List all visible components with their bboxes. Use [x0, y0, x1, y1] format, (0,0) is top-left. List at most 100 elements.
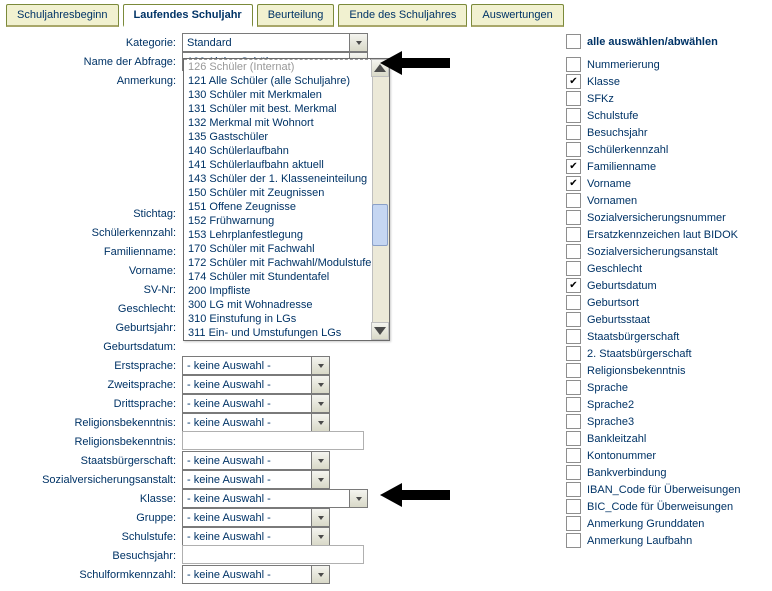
besuch-input[interactable]: [182, 545, 364, 564]
dropdown-item[interactable]: 174 Schüler mit Stundentafel: [184, 270, 373, 284]
chevron-down-icon[interactable]: [311, 357, 329, 374]
zweit-combo[interactable]: - keine Auswahl -: [182, 375, 330, 394]
chevron-down-icon[interactable]: [311, 528, 329, 545]
chevron-down-icon[interactable]: [349, 490, 367, 507]
chevron-down-icon[interactable]: [311, 376, 329, 393]
checkbox-icon[interactable]: ✔: [566, 176, 581, 191]
check-row[interactable]: Besuchsjahr: [566, 124, 766, 141]
checkbox-icon[interactable]: [566, 363, 581, 378]
checkbox-icon[interactable]: [566, 516, 581, 531]
dropdown-item[interactable]: 310 Einstufung in LGs: [184, 312, 373, 326]
kategorie-combo[interactable]: Standard: [182, 33, 368, 52]
scroll-down-button[interactable]: [371, 322, 389, 340]
check-row[interactable]: 2. Staatsbürgerschaft: [566, 345, 766, 362]
check-row[interactable]: Staatsbürgerschaft: [566, 328, 766, 345]
checkbox-icon[interactable]: [566, 465, 581, 480]
checkbox-icon[interactable]: [566, 57, 581, 72]
dropdown-item[interactable]: 126 Schüler (Internat): [184, 59, 373, 74]
checkbox-icon[interactable]: [566, 142, 581, 157]
checkbox-icon[interactable]: [566, 91, 581, 106]
check-row[interactable]: Geburtsort: [566, 294, 766, 311]
checkbox-icon[interactable]: [566, 227, 581, 242]
dropdown-item[interactable]: 132 Merkmal mit Wohnort: [184, 116, 373, 130]
chevron-down-icon[interactable]: [311, 395, 329, 412]
gruppe-combo[interactable]: - keine Auswahl -: [182, 508, 330, 527]
check-row[interactable]: Geschlecht: [566, 260, 766, 277]
check-row[interactable]: ✔Geburtsdatum: [566, 277, 766, 294]
check-row[interactable]: Bankverbindung: [566, 464, 766, 481]
dropdown-item[interactable]: 152 Frühwarnung: [184, 214, 373, 228]
check-row[interactable]: Ersatzkennzeichen laut BIDOK: [566, 226, 766, 243]
checkbox-icon[interactable]: [566, 193, 581, 208]
klasse-combo[interactable]: - keine Auswahl -: [182, 489, 368, 508]
chevron-down-icon[interactable]: [311, 414, 329, 431]
check-row[interactable]: Bankleitzahl: [566, 430, 766, 447]
dritt-combo[interactable]: - keine Auswahl -: [182, 394, 330, 413]
checkbox-icon[interactable]: ✔: [566, 159, 581, 174]
tab-t3[interactable]: Ende des Schuljahres: [338, 4, 467, 27]
dropdown-item[interactable]: 172 Schüler mit Fachwahl/Modulstufe: [184, 256, 373, 270]
chevron-down-icon[interactable]: [311, 471, 329, 488]
dropdown-item[interactable]: 200 Impfliste: [184, 284, 373, 298]
check-all-row[interactable]: alle auswählen/abwählen: [566, 33, 766, 50]
chevron-down-icon[interactable]: [311, 509, 329, 526]
check-row[interactable]: Sprache: [566, 379, 766, 396]
scrollbar[interactable]: [372, 59, 389, 340]
tab-t1[interactable]: Laufendes Schuljahr: [123, 4, 253, 27]
checkbox-icon[interactable]: [566, 210, 581, 225]
check-row[interactable]: Nummerierung: [566, 56, 766, 73]
check-row[interactable]: Schülerkennzahl: [566, 141, 766, 158]
checkbox-icon[interactable]: [566, 397, 581, 412]
check-row[interactable]: IBAN_Code für Überweisungen: [566, 481, 766, 498]
chevron-down-icon[interactable]: [349, 34, 367, 51]
dropdown-item[interactable]: 130 Schüler mit Merkmalen: [184, 88, 373, 102]
check-row[interactable]: Sprache2: [566, 396, 766, 413]
checkbox-icon[interactable]: [566, 414, 581, 429]
tab-t0[interactable]: Schuljahresbeginn: [6, 4, 119, 27]
checkbox-icon[interactable]: [566, 295, 581, 310]
relig2-input[interactable]: [182, 431, 364, 450]
check-row[interactable]: Anmerkung Laufbahn: [566, 532, 766, 549]
checkbox-icon[interactable]: [566, 533, 581, 548]
abfrage-dropdown-list[interactable]: 126 Schüler (Internat)121 Alle Schüler (…: [183, 58, 390, 341]
checkbox-icon[interactable]: ✔: [566, 74, 581, 89]
check-row[interactable]: ✔Klasse: [566, 73, 766, 90]
check-row[interactable]: Schulstufe: [566, 107, 766, 124]
dropdown-item[interactable]: 135 Gastschüler: [184, 130, 373, 144]
check-row[interactable]: ✔Vorname: [566, 175, 766, 192]
dropdown-item[interactable]: 300 LG mit Wohnadresse: [184, 298, 373, 312]
checkbox-icon[interactable]: [566, 125, 581, 140]
dropdown-item[interactable]: 150 Schüler mit Zeugnissen: [184, 186, 373, 200]
scroll-thumb[interactable]: [372, 204, 388, 246]
staat-combo[interactable]: - keine Auswahl -: [182, 451, 330, 470]
check-row[interactable]: Geburtsstaat: [566, 311, 766, 328]
check-row[interactable]: ✔Familienname: [566, 158, 766, 175]
chevron-down-icon[interactable]: [311, 566, 329, 583]
checkbox-icon[interactable]: [566, 329, 581, 344]
check-row[interactable]: Kontonummer: [566, 447, 766, 464]
checkbox-icon[interactable]: [566, 431, 581, 446]
check-row[interactable]: SFKz: [566, 90, 766, 107]
tab-t2[interactable]: Beurteilung: [257, 4, 335, 27]
chevron-down-icon[interactable]: [311, 452, 329, 469]
checkbox-icon[interactable]: [566, 482, 581, 497]
dropdown-item[interactable]: 311 Ein- und Umstufungen LGs: [184, 326, 373, 340]
dropdown-item[interactable]: 153 Lehrplanfestlegung: [184, 228, 373, 242]
dropdown-item[interactable]: 151 Offene Zeugnisse: [184, 200, 373, 214]
checkbox-icon[interactable]: [566, 312, 581, 327]
dropdown-item[interactable]: 170 Schüler mit Fachwahl: [184, 242, 373, 256]
checkbox-icon[interactable]: [566, 261, 581, 276]
erst-combo[interactable]: - keine Auswahl -: [182, 356, 330, 375]
dropdown-item[interactable]: 131 Schüler mit best. Merkmal: [184, 102, 373, 116]
checkbox-icon[interactable]: [566, 346, 581, 361]
checkbox-icon[interactable]: [566, 448, 581, 463]
check-row[interactable]: BIC_Code für Überweisungen: [566, 498, 766, 515]
sfk-combo[interactable]: - keine Auswahl -: [182, 565, 330, 584]
check-row[interactable]: Sprache3: [566, 413, 766, 430]
dropdown-item[interactable]: 140 Schülerlaufbahn: [184, 144, 373, 158]
tab-t4[interactable]: Auswertungen: [471, 4, 563, 27]
relig-combo[interactable]: - keine Auswahl -: [182, 413, 330, 432]
sva-combo[interactable]: - keine Auswahl -: [182, 470, 330, 489]
check-row[interactable]: Vornamen: [566, 192, 766, 209]
check-row[interactable]: Religionsbekenntnis: [566, 362, 766, 379]
